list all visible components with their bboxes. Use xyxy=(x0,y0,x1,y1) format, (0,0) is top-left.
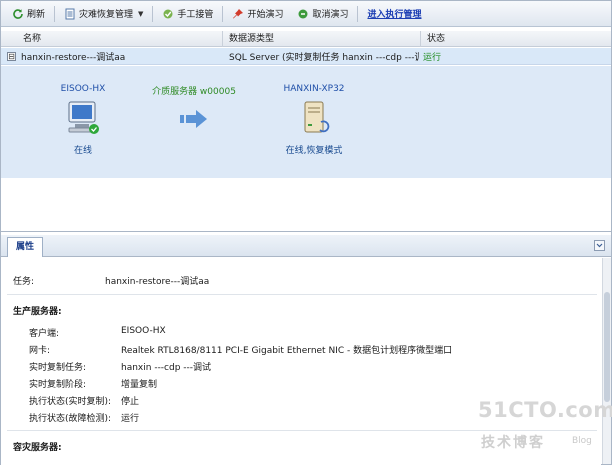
exec-manage-label: 进入执行管理 xyxy=(367,10,422,20)
cancel-drill-label: 取消演习 xyxy=(312,10,349,20)
manual-takeover-label: 手工接管 xyxy=(177,10,214,20)
toolbar-separator xyxy=(222,5,224,22)
divider xyxy=(7,430,597,431)
refresh-button[interactable]: 刷新 xyxy=(7,4,50,24)
production-server-heading: 生产服务器: xyxy=(13,307,62,317)
column-header-type[interactable]: 数据源类型 xyxy=(223,31,421,47)
target-server-node[interactable]: HANXIN-XP32 在线,恢复模式 xyxy=(269,84,359,156)
field-value: EISOO-HX xyxy=(121,326,166,336)
dr-manage-dropdown[interactable]: 灾难恢复管理 ▼ xyxy=(59,4,148,24)
refresh-label: 刷新 xyxy=(27,10,46,20)
task-name: hanxin-restore---调试aa xyxy=(21,52,126,63)
scrollbar-thumb[interactable] xyxy=(604,292,610,402)
grid-header: 名称 数据源类型 状态 xyxy=(1,31,611,47)
arrow-right-icon xyxy=(180,110,207,128)
toolbar-separator xyxy=(54,5,56,22)
field-label: 客户端: xyxy=(29,329,60,339)
field-label: 执行状态(故障检测): xyxy=(29,414,112,424)
toolbar-separator xyxy=(152,5,154,22)
column-header-name[interactable]: 名称 xyxy=(1,31,223,47)
target-server-state: 在线,恢复模式 xyxy=(285,146,343,156)
field-value: hanxin ---cdp ---调试 xyxy=(121,363,212,373)
server-icon xyxy=(304,101,330,133)
watermark-text: 技术博客 xyxy=(481,435,545,451)
document-icon xyxy=(65,8,75,19)
task-status: 运行 xyxy=(423,52,442,63)
properties-tabbar: 属性 xyxy=(1,235,611,257)
task-type: SQL Server (实时复制任务 hanxin ---cdp ---调试 xyxy=(229,52,419,63)
cancel-drill-button[interactable]: 取消演习 xyxy=(292,4,353,24)
source-server-node[interactable]: EISOO-HX 在线 xyxy=(53,84,113,156)
grid-empty-area xyxy=(1,178,611,232)
dr-server-heading: 容灾服务器: xyxy=(13,443,62,453)
properties-scrollbar[interactable] xyxy=(602,258,611,464)
field-value: 增量复制 xyxy=(121,380,158,390)
field-label: 网卡: xyxy=(29,346,51,356)
dr-manage-label: 灾难恢复管理 xyxy=(79,10,134,20)
watermark-blog: Blog xyxy=(572,436,592,446)
tab-properties[interactable]: 属性 xyxy=(7,237,43,257)
collapse-toggle-icon[interactable]: ⊟ xyxy=(7,51,16,61)
task-label: 任务: xyxy=(13,277,35,287)
collapse-panel-icon[interactable] xyxy=(594,240,605,251)
source-server-state: 在线 xyxy=(73,146,92,156)
start-drill-label: 开始演习 xyxy=(247,10,284,20)
task-value: hanxin-restore---调试aa xyxy=(105,277,210,287)
pin-icon xyxy=(233,8,244,18)
field-label: 执行状态(实时复制): xyxy=(29,397,112,407)
start-drill-button[interactable]: 开始演习 xyxy=(227,4,288,24)
computer-icon xyxy=(68,101,99,134)
table-row[interactable]: ⊟ hanxin-restore---调试aa SQL Server (实时复制… xyxy=(1,48,611,65)
toolbar: 刷新 灾难恢复管理 ▼ 手工接管 开始演习 取消演习 进入执行管理 xyxy=(1,1,611,27)
media-server-node[interactable]: 介质服务器 w00005 xyxy=(144,84,244,134)
divider xyxy=(7,294,597,295)
toolbar-separator xyxy=(357,5,359,22)
chevron-down-icon: ▼ xyxy=(138,9,144,18)
topology-panel: EISOO-HX 在线 介质服务器 w00005 HANXIN-XP32 在线,… xyxy=(1,66,611,178)
field-value: 停止 xyxy=(121,397,140,407)
source-server-name: EISOO-HX xyxy=(60,84,106,94)
media-server-name: 介质服务器 w00005 xyxy=(152,87,236,97)
watermark-logo: 51CTO.com xyxy=(478,398,612,422)
column-header-status[interactable]: 状态 xyxy=(421,31,611,47)
exec-manage-link[interactable]: 进入执行管理 xyxy=(362,4,426,24)
field-label: 实时复制任务: xyxy=(29,363,87,373)
target-server-name: HANXIN-XP32 xyxy=(283,84,345,94)
refresh-icon xyxy=(13,8,23,19)
manual-takeover-button[interactable]: 手工接管 xyxy=(157,4,218,24)
field-value: Realtek RTL8168/8111 PCI-E Gigabit Ether… xyxy=(121,346,453,356)
field-label: 实时复制阶段: xyxy=(29,380,87,390)
field-value: 运行 xyxy=(121,414,140,424)
hand-icon xyxy=(163,9,173,18)
cancel-drill-icon xyxy=(298,9,308,18)
